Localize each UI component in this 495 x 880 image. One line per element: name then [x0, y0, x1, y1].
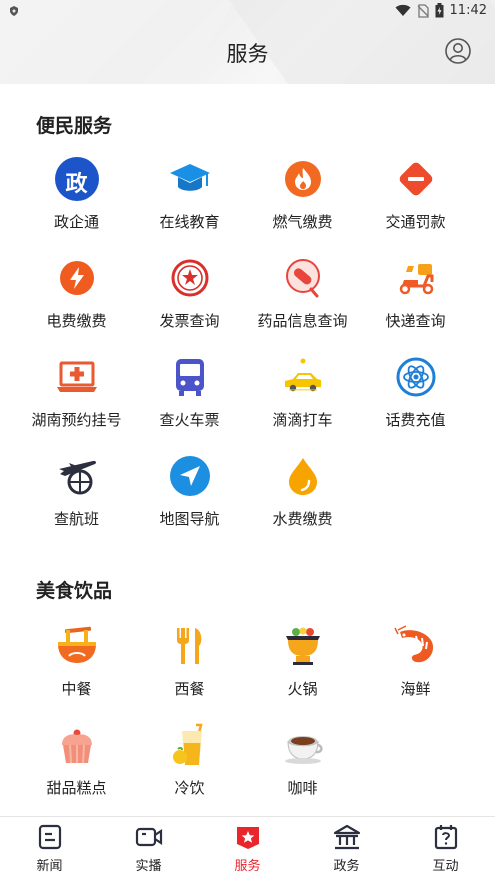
service-item-phone-recharge[interactable]: 话费充值 — [359, 355, 472, 430]
service-label: 查航班 — [53, 510, 99, 528]
service-label: 湖南预约挂号 — [31, 411, 122, 429]
service-item-gov[interactable]: 政 政企通 — [20, 157, 133, 232]
service-item-train[interactable]: 查火车票 — [133, 355, 246, 430]
tab-live[interactable]: 实播 — [99, 823, 198, 874]
service-item-express[interactable]: 快递查询 — [359, 256, 472, 331]
service-label: 查火车票 — [159, 411, 220, 429]
question-calendar-icon — [434, 825, 457, 850]
no-sim-icon — [417, 3, 429, 18]
service-label: 燃气缴费 — [272, 213, 333, 231]
service-item-education[interactable]: 在线教育 — [133, 157, 246, 232]
video-camera-icon — [135, 827, 162, 847]
navigation-arrow-icon — [169, 456, 210, 496]
clock: 11:42 — [449, 3, 487, 18]
graduation-cap-icon — [169, 164, 210, 191]
service-item-map[interactable]: 地图导航 — [133, 454, 246, 529]
header-area: 11:42 服务 — [0, 0, 495, 84]
service-label: 快递查询 — [385, 312, 446, 330]
atom-icon — [396, 357, 435, 397]
status-right: 11:42 — [395, 3, 487, 18]
service-label: 话费充值 — [385, 411, 446, 429]
cupcake-icon — [61, 729, 92, 764]
service-label: 滴滴打车 — [272, 411, 333, 429]
service-label: 交通罚款 — [385, 213, 446, 231]
food-label: 海鲜 — [400, 680, 431, 698]
hotpot-icon — [285, 627, 320, 665]
gov-glyph: 政 — [65, 172, 88, 197]
service-label: 水费缴费 — [272, 510, 333, 528]
food-label: 咖啡 — [287, 779, 318, 797]
food-label: 西餐 — [174, 680, 205, 698]
news-icon — [38, 824, 61, 850]
service-item-traffic[interactable]: 交通罚款 — [359, 157, 472, 232]
pill-icon — [285, 259, 320, 298]
food-label: 甜品糕点 — [46, 779, 107, 797]
service-item-flight[interactable]: 查航班 — [20, 454, 133, 529]
food-label: 冷饮 — [174, 779, 205, 797]
food-item-dessert[interactable]: 甜品糕点 — [20, 723, 133, 798]
status-bar: 11:42 — [0, 0, 495, 22]
food-item-coffee[interactable]: 咖啡 — [246, 723, 359, 798]
lightning-icon — [59, 261, 94, 295]
service-label: 电费缴费 — [46, 312, 107, 330]
airplane-globe-icon — [58, 460, 96, 495]
service-item-medicine[interactable]: 药品信息查询 — [246, 256, 359, 331]
train-icon — [175, 359, 204, 396]
service-item-electricity[interactable]: 电费缴费 — [20, 256, 133, 331]
taxi-icon — [284, 358, 321, 392]
delivery-scooter-icon — [399, 264, 433, 295]
tab-label: 新闻 — [36, 859, 63, 874]
service-star-icon — [236, 827, 259, 849]
service-content: 便民服务 政 政企通 在线教育 燃气缴费 交通罚款 电费缴费 发票查询 药品信息… — [0, 84, 495, 816]
food-label: 火锅 — [287, 680, 318, 698]
service-label: 药品信息查询 — [257, 312, 348, 330]
page-title: 服务 — [226, 42, 269, 66]
service-label: 发票查询 — [159, 312, 220, 330]
traffic-sign-icon — [399, 162, 432, 196]
shrimp-icon — [393, 625, 433, 663]
tab-label: 服务 — [234, 859, 261, 874]
food-item-chinese[interactable]: 中餐 — [20, 624, 133, 699]
user-profile-icon[interactable] — [445, 38, 471, 64]
food-item-cold-drink[interactable]: 冷饮 — [133, 723, 246, 798]
food-item-western[interactable]: 西餐 — [133, 624, 246, 699]
section-title-convenience: 便民服务 — [36, 115, 113, 137]
water-drop-icon — [288, 458, 317, 495]
coffee-cup-icon — [284, 736, 323, 764]
cold-drink-icon — [172, 723, 203, 765]
noodle-bowl-icon — [57, 626, 96, 663]
food-label: 中餐 — [61, 680, 92, 698]
tab-news[interactable]: 新闻 — [0, 823, 99, 874]
service-item-invoice[interactable]: 发票查询 — [133, 256, 246, 331]
tab-government[interactable]: 政务 — [297, 823, 396, 874]
tab-label: 实播 — [135, 859, 162, 874]
service-item-taxi[interactable]: 滴滴打车 — [246, 355, 359, 430]
service-label: 在线教育 — [159, 213, 220, 231]
tab-label: 政务 — [333, 859, 360, 874]
service-label: 政企通 — [53, 213, 99, 231]
food-item-hotpot[interactable]: 火锅 — [246, 624, 359, 699]
service-item-hospital[interactable]: 湖南预约挂号 — [20, 355, 133, 430]
medical-laptop-icon — [56, 361, 97, 392]
bottom-tab-bar: 新闻 实播 服务 政务 互动 — [0, 816, 495, 880]
food-item-seafood[interactable]: 海鲜 — [359, 624, 472, 699]
service-item-water[interactable]: 水费缴费 — [246, 454, 359, 529]
flame-icon — [284, 161, 321, 197]
fork-knife-icon — [176, 628, 201, 664]
government-building-icon — [333, 824, 360, 850]
service-label: 地图导航 — [159, 510, 220, 528]
tab-service[interactable]: 服务 — [198, 823, 297, 874]
battery-icon — [435, 3, 444, 18]
seal-icon — [171, 259, 208, 297]
section-title-food: 美食饮品 — [36, 580, 113, 602]
wifi-icon — [395, 4, 411, 16]
service-item-gas[interactable]: 燃气缴费 — [246, 157, 359, 232]
tab-label: 互动 — [432, 859, 459, 874]
shield-icon — [10, 6, 18, 16]
tab-interaction[interactable]: 互动 — [396, 823, 495, 874]
